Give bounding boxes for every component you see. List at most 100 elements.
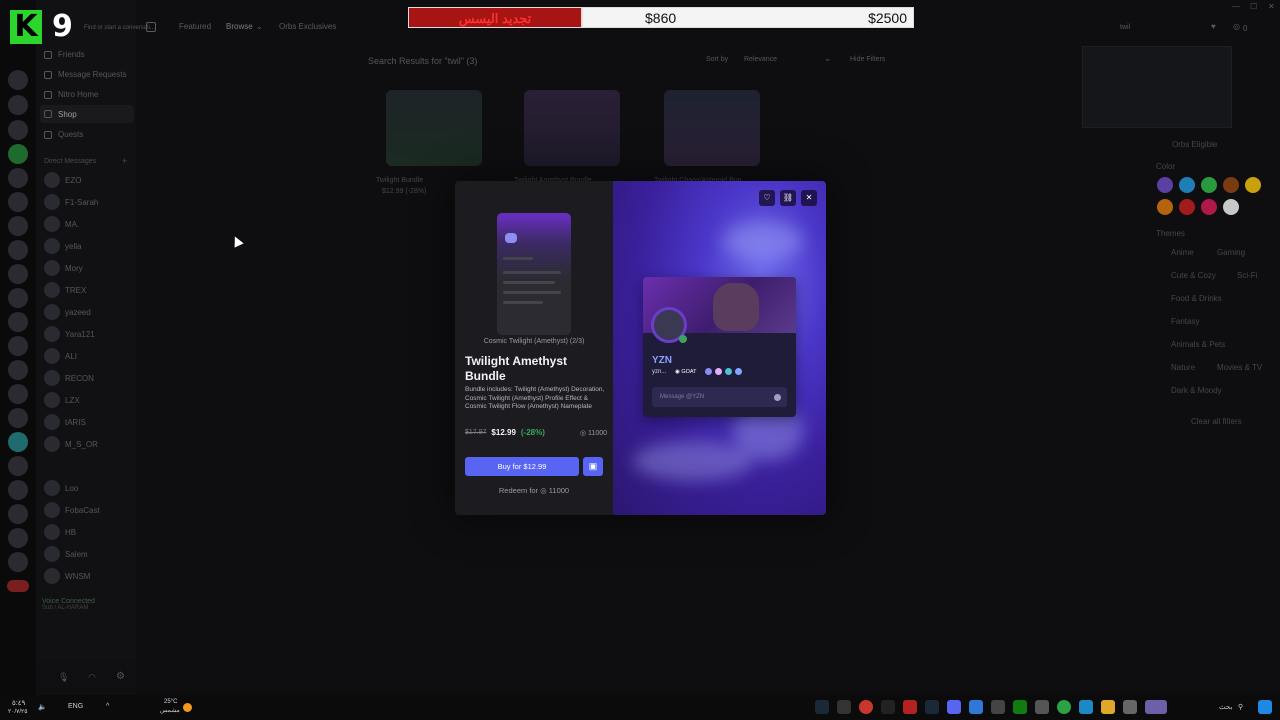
sidebar-item-quests[interactable]: Quests xyxy=(44,130,83,139)
list-item[interactable]: Loo xyxy=(44,480,78,496)
theme-filter[interactable]: Cute & Cozy xyxy=(1171,271,1216,280)
hide-filters-button[interactable]: Hide Filters xyxy=(850,56,885,63)
discord-icon[interactable] xyxy=(947,700,961,714)
sidebar-item-nitro-home[interactable]: Nitro Home xyxy=(44,90,98,99)
theme-filter[interactable]: Animals & Pets xyxy=(1171,340,1225,349)
gift-icon[interactable]: ▣ xyxy=(583,457,603,476)
minimize-icon[interactable]: — xyxy=(1232,2,1240,11)
server-icon[interactable] xyxy=(8,480,28,500)
conversation-search[interactable]: Find or start a conversati... xyxy=(84,25,155,31)
sidebar-item-message-requests[interactable]: Message Requests xyxy=(44,70,126,79)
copy-link-icon[interactable]: ⛓ xyxy=(780,190,796,206)
list-item[interactable]: Yara121 xyxy=(44,326,95,342)
color-swatch[interactable] xyxy=(1223,177,1239,193)
theme-filter[interactable]: Anime xyxy=(1171,248,1194,257)
server-icon[interactable] xyxy=(8,384,28,404)
sidebar-item-shop[interactable]: Shop xyxy=(40,105,134,123)
server-icon[interactable] xyxy=(8,192,28,212)
server-icon[interactable] xyxy=(8,168,28,188)
app-icon[interactable] xyxy=(881,700,895,714)
server-icon[interactable] xyxy=(8,120,28,140)
emoji-icon[interactable] xyxy=(774,394,781,401)
color-swatch[interactable] xyxy=(1157,177,1173,193)
product-card[interactable] xyxy=(386,90,482,166)
xbox-icon[interactable] xyxy=(1013,700,1027,714)
steam-icon[interactable] xyxy=(925,700,939,714)
headphones-icon[interactable]: ◠ xyxy=(88,672,96,683)
wishlist-heart-icon[interactable]: ♡ xyxy=(759,190,775,206)
tab-orbs-exclusives[interactable]: Orbs Exclusives xyxy=(279,22,336,31)
theme-filter[interactable]: Movies & TV xyxy=(1217,363,1262,372)
app-icon[interactable] xyxy=(1123,700,1137,714)
volume-icon[interactable]: 🔈 xyxy=(38,703,47,711)
server-icon[interactable] xyxy=(8,216,28,236)
app-icon[interactable] xyxy=(837,700,851,714)
color-swatch[interactable] xyxy=(1201,177,1217,193)
app-icon[interactable] xyxy=(969,700,983,714)
product-card[interactable] xyxy=(524,90,620,166)
app-icon[interactable] xyxy=(1035,700,1049,714)
server-icon[interactable] xyxy=(8,336,28,356)
close-icon[interactable]: ✕ xyxy=(1268,2,1275,11)
app-icon[interactable] xyxy=(903,700,917,714)
windows-start-icon[interactable] xyxy=(1258,700,1272,714)
list-item[interactable]: Mory xyxy=(44,260,83,276)
theme-filter[interactable]: Fantasy xyxy=(1171,317,1199,326)
sort-dropdown[interactable]: Relevance xyxy=(744,56,777,63)
list-item[interactable]: F1-Sarah xyxy=(44,194,98,210)
mic-icon[interactable]: 🎙 xyxy=(58,672,69,683)
list-item[interactable]: M_S_OR xyxy=(44,436,98,452)
search-input[interactable]: twil xyxy=(1120,24,1130,31)
sidebar-item-friends[interactable]: Friends xyxy=(44,50,85,59)
server-icon[interactable] xyxy=(8,95,28,115)
language-indicator[interactable]: ENG xyxy=(68,703,83,710)
chevron-up-icon[interactable]: ^ xyxy=(106,703,109,710)
list-item[interactable]: ALI xyxy=(44,348,77,364)
server-icon[interactable] xyxy=(8,288,28,308)
server-icon[interactable] xyxy=(8,312,28,332)
color-swatch[interactable] xyxy=(1245,177,1261,193)
color-swatch[interactable] xyxy=(1223,199,1239,215)
list-item[interactable]: WNSM xyxy=(44,568,90,584)
chrome-icon[interactable] xyxy=(1057,700,1071,714)
server-icon[interactable] xyxy=(8,504,28,524)
message-input[interactable]: Message @YZN xyxy=(652,387,787,407)
theme-filter[interactable]: Nature xyxy=(1171,363,1195,372)
server-icon[interactable] xyxy=(8,552,28,572)
new-badge[interactable] xyxy=(7,580,29,592)
gear-icon[interactable]: ⚙ xyxy=(116,671,125,682)
theme-filter[interactable]: Dark & Moody xyxy=(1171,386,1222,395)
list-item[interactable]: yazeed xyxy=(44,304,91,320)
theme-filter[interactable]: Gaming xyxy=(1217,248,1245,257)
add-dm-icon[interactable]: + xyxy=(122,156,127,166)
clear-all-filters-button[interactable]: Clear all filters xyxy=(1191,417,1242,426)
server-icon[interactable] xyxy=(8,456,28,476)
list-item[interactable]: TREX xyxy=(44,282,86,298)
list-item[interactable]: FobaCast xyxy=(44,502,100,518)
close-icon[interactable]: ✕ xyxy=(801,190,817,206)
buy-button[interactable]: Buy for $12.99 xyxy=(465,457,579,476)
redeem-orbs-button[interactable]: Redeem for ◎ 11000 xyxy=(455,486,613,495)
product-card[interactable] xyxy=(664,90,760,166)
edge-icon[interactable] xyxy=(1079,700,1093,714)
tab-featured[interactable]: Featured xyxy=(179,22,211,31)
list-item[interactable]: EZO xyxy=(44,172,81,188)
taskbar-search[interactable]: بحث xyxy=(1219,703,1232,711)
server-icon[interactable] xyxy=(8,264,28,284)
server-icon[interactable] xyxy=(8,360,28,380)
heart-icon[interactable]: ♥ xyxy=(1211,22,1216,31)
list-item[interactable]: Salem xyxy=(44,546,88,562)
app-icon[interactable] xyxy=(991,700,1005,714)
steam-icon[interactable] xyxy=(815,700,829,714)
color-swatch[interactable] xyxy=(1179,199,1195,215)
server-icon[interactable] xyxy=(8,70,28,90)
list-item[interactable]: LZX xyxy=(44,392,80,408)
theme-filter[interactable]: Food & Drinks xyxy=(1171,294,1222,303)
server-icon[interactable] xyxy=(8,144,28,164)
server-icon[interactable] xyxy=(8,408,28,428)
list-item[interactable]: HB xyxy=(44,524,76,540)
voice-status[interactable]: Voice Connected Sub / AL-HARAM xyxy=(36,598,136,611)
list-item[interactable]: MA. xyxy=(44,216,79,232)
server-icon[interactable] xyxy=(8,432,28,452)
list-item[interactable]: yella xyxy=(44,238,81,254)
